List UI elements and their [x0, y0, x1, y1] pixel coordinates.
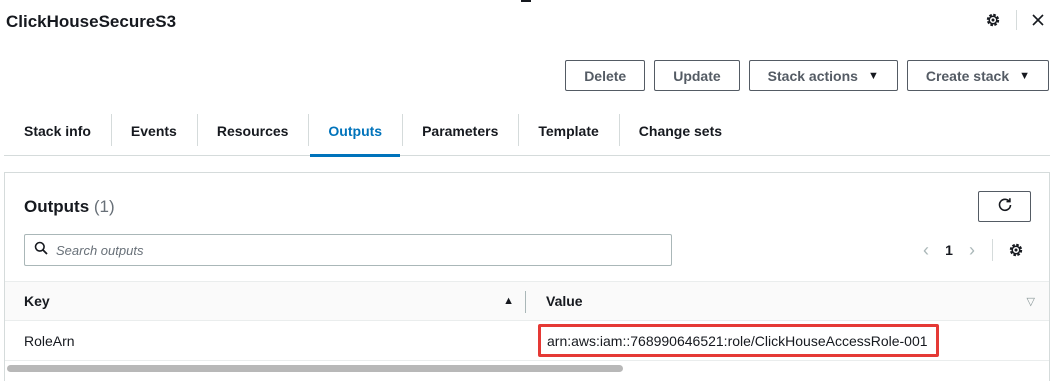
pager-divider — [992, 239, 993, 261]
outputs-title: Outputs — [24, 197, 90, 216]
pagination: ‹ 1 › — [914, 239, 1027, 261]
tab-label: Parameters — [422, 123, 499, 139]
stack-actions-dropdown[interactable]: Stack actions ▼ — [748, 60, 898, 91]
stack-tabs: Stack info Events Resources Outputs Para… — [4, 106, 1050, 157]
page-title: ClickHouseSecureS3 — [6, 12, 177, 31]
column-header-key-label: Key — [24, 293, 50, 309]
tab-stack-info[interactable]: Stack info — [4, 106, 111, 156]
tab-label: Events — [130, 123, 177, 139]
next-page-icon[interactable]: › — [960, 239, 984, 261]
tab-label: Outputs — [328, 123, 383, 139]
current-page-number[interactable]: 1 — [938, 242, 960, 258]
tab-label: Resources — [216, 123, 289, 139]
row-key-cell: RoleArn — [24, 332, 75, 349]
row-value-cell: arn:aws:iam::768990646521:role/ClickHous… — [526, 321, 1049, 360]
delete-button-label: Delete — [584, 67, 627, 84]
sort-descending-icon: ▽ — [1026, 295, 1035, 308]
tab-resources[interactable]: Resources — [196, 106, 309, 156]
tab-label: Template — [538, 123, 599, 139]
caret-down-icon: ▼ — [867, 69, 879, 82]
search-outputs-field — [24, 234, 672, 266]
outputs-heading: Outputs (1) — [24, 197, 115, 217]
tab-change-sets[interactable]: Change sets — [618, 106, 742, 156]
header-divider — [1016, 10, 1017, 30]
create-stack-dropdown[interactable]: Create stack ▼ — [906, 60, 1049, 91]
create-stack-label: Create stack — [925, 67, 1010, 84]
search-icon — [34, 241, 48, 260]
column-header-key[interactable]: Key ▲ — [5, 282, 526, 320]
stack-action-bar: Delete Update Stack actions ▼ Create stac… — [565, 60, 1049, 91]
refresh-button[interactable] — [978, 191, 1031, 222]
tab-outputs[interactable]: Outputs — [308, 106, 402, 157]
stack-actions-label: Stack actions — [767, 67, 858, 84]
role-arn-value-highlighted[interactable]: arn:aws:iam::768990646521:role/ClickHous… — [538, 324, 939, 357]
header-icons — [982, 9, 1049, 31]
horizontal-scrollbar[interactable] — [7, 364, 1047, 373]
previous-page-icon[interactable]: ‹ — [914, 239, 938, 261]
top-edge-mark — [521, 0, 531, 2]
table-header: Key ▲ Value ▽ — [5, 281, 1049, 321]
column-header-value-label: Value — [546, 293, 583, 309]
update-button-label: Update — [673, 67, 721, 84]
tab-label: Stack info — [24, 123, 91, 139]
table-row: RoleArn arn:aws:iam::768990646521:role/C… — [5, 321, 1049, 361]
outputs-panel: Outputs (1) ‹ 1 › — [4, 172, 1050, 381]
search-input[interactable] — [56, 242, 656, 258]
scrollbar-thumb[interactable] — [7, 365, 623, 372]
outputs-table: Key ▲ Value ▽ RoleArn arn:aws:iam::76899… — [5, 281, 1049, 361]
close-icon[interactable] — [1027, 9, 1049, 31]
tab-events[interactable]: Events — [110, 106, 197, 156]
tab-label: Change sets — [638, 123, 723, 139]
delete-button[interactable]: Delete — [565, 60, 646, 91]
table-preferences-gear-icon[interactable] — [1005, 239, 1027, 261]
tab-parameters[interactable]: Parameters — [402, 106, 518, 156]
caret-down-icon: ▼ — [1019, 69, 1030, 82]
gear-icon[interactable] — [982, 9, 1004, 31]
update-button[interactable]: Update — [654, 60, 740, 91]
refresh-icon — [997, 197, 1013, 216]
outputs-count: (1) — [93, 197, 115, 216]
sort-ascending-icon: ▲ — [503, 295, 514, 307]
column-header-value[interactable]: Value ▽ — [526, 282, 1049, 320]
tab-template[interactable]: Template — [518, 106, 618, 156]
